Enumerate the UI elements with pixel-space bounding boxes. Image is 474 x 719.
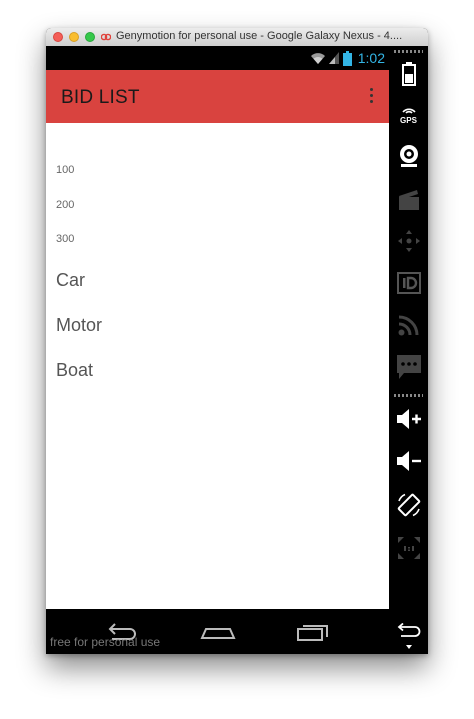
status-bar: 1:02 [46,46,389,70]
nav-home-icon[interactable] [200,621,236,641]
wifi-icon [310,53,325,64]
battery-status-icon [342,50,352,66]
nav-recents-icon[interactable] [296,621,330,641]
scale-icon[interactable] [395,534,422,561]
bid-amount: 300 [56,233,75,245]
window-title: Genymotion for personal use - Google Gal… [116,30,403,42]
app-action-bar: BID LIST [46,70,389,123]
window-titlebar[interactable]: Genymotion for personal use - Google Gal… [46,28,428,47]
bid-amount: 200 [56,199,75,211]
zoom-window-button[interactable] [85,32,95,42]
signal-icon [328,52,339,64]
battery-icon[interactable] [395,60,422,87]
genymotion-sidebar: GPS [389,46,428,654]
list-item[interactable]: Motor [56,315,102,336]
minimize-window-button[interactable] [69,32,79,42]
gps-label: GPS [400,116,417,125]
rotate-icon[interactable] [395,491,422,518]
sidebar-grip [394,50,423,53]
list-item[interactable]: Car [56,270,85,291]
camera-icon[interactable] [395,142,422,169]
android-nav-bar: free for personal use [46,609,389,654]
back-icon[interactable] [395,622,422,638]
genymotion-logo-icon [101,33,111,41]
volume-up-icon[interactable] [395,405,422,432]
sidebar-grip [394,394,423,397]
device-screen: 1:02 BID LIST 100 200 300 Car Motor Boat [46,46,389,654]
dpad-icon[interactable] [395,227,422,254]
volume-down-icon[interactable] [395,447,422,474]
clapper-icon[interactable] [395,186,422,213]
bid-amount: 100 [56,164,75,176]
app-title: BID LIST [61,87,140,108]
list-item[interactable]: Boat [56,360,93,381]
sms-icon[interactable] [395,353,422,380]
emulator-window: Genymotion for personal use - Google Gal… [46,28,428,654]
overflow-menu-icon[interactable] [367,88,375,106]
personal-use-watermark: free for personal use [50,635,161,649]
menu-arrow-icon[interactable] [395,643,422,651]
id-icon[interactable] [395,269,422,296]
close-window-button[interactable] [53,32,63,42]
status-clock: 1:02 [357,50,385,66]
bid-list-content: 100 200 300 Car Motor Boat [46,123,389,609]
rss-icon[interactable] [395,311,422,338]
